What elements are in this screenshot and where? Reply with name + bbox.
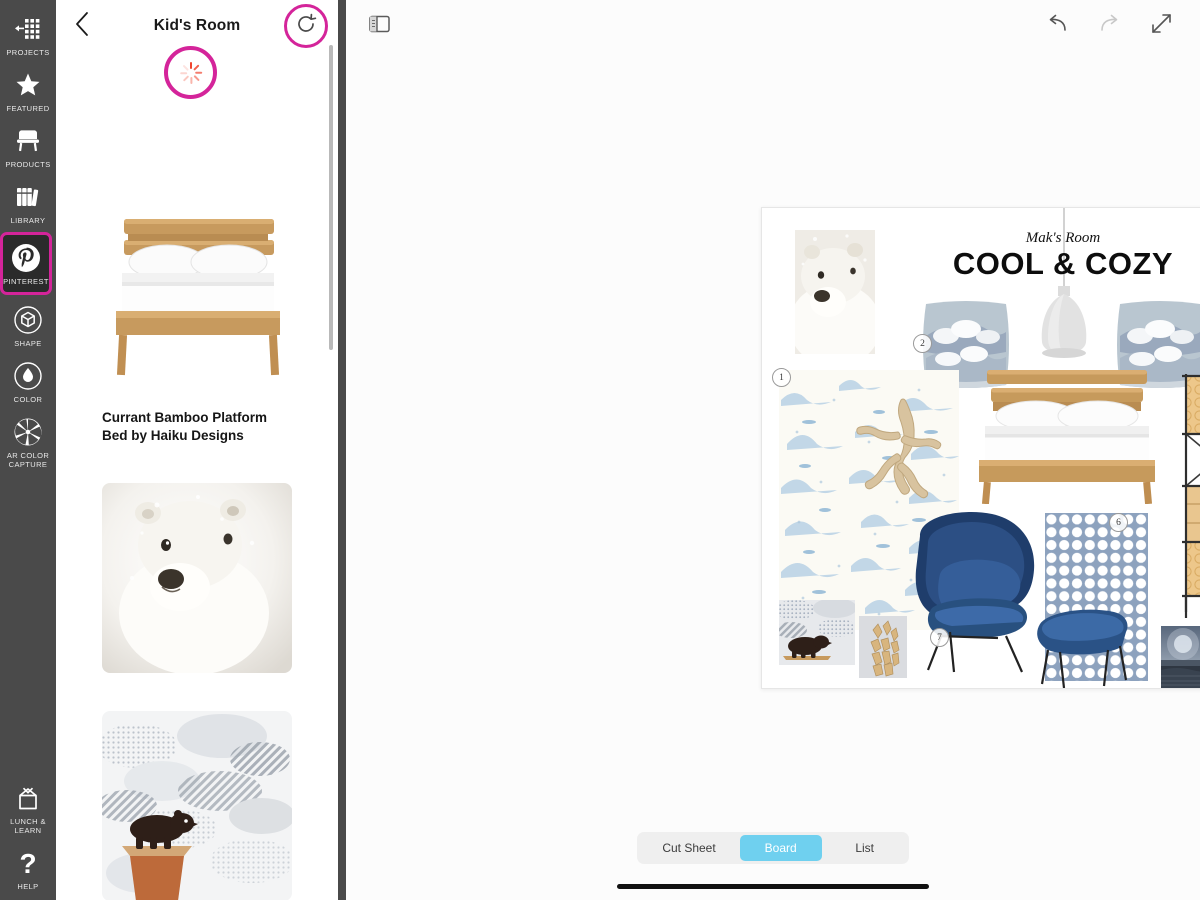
grid-arrow-icon [11,12,45,46]
back-button[interactable] [60,4,104,48]
redo-button[interactable] [1092,9,1126,43]
sidebar-item-ar-color-capture[interactable]: AR COLOR CAPTURE [0,409,56,474]
sidebar-item-label: PROJECTS [6,48,50,57]
segmented-control: Cut Sheet Board List [637,832,909,864]
board-item-bamboo-bed[interactable] [967,364,1167,504]
badge-number: 1 [779,372,784,383]
refresh-icon [295,13,317,40]
panel-scrollbar[interactable] [329,45,333,350]
sidebar-item-label: FEATURED [6,104,50,113]
sidebar-item-label: PRODUCTS [5,160,51,169]
panel-divider [338,0,346,900]
sidebar-item-shape[interactable]: SHAPE [0,297,56,353]
badge-number: 6 [1116,517,1121,528]
sidebar-item-label: HELP [17,882,39,891]
expand-icon [1150,12,1173,40]
aperture-icon [11,415,45,449]
board-item-womb-ottoman[interactable] [1030,600,1134,688]
pin-caption: Currant Bamboo Platform Bed by Haiku Des… [102,410,268,443]
list-item[interactable] [56,711,338,900]
badge-number: 2 [920,338,925,349]
sidebar-item-products[interactable]: PRODUCTS [0,118,56,174]
sidebar-item-help[interactable]: ? HELP [0,840,56,896]
board-item-eames-storage-unit[interactable] [1180,370,1200,622]
chair-icon [11,124,45,158]
home-indicator [617,884,929,889]
board-title-main: COOL & COZY [952,246,1174,281]
pin-image-bamboo-bed[interactable] [102,207,292,397]
list-item[interactable]: Currant Bamboo Platform Bed by Haiku Des… [56,207,338,445]
canvas-actions [1040,9,1178,43]
cube-icon [11,303,45,337]
sidebar-item-label: LUNCH & LEARN [10,817,46,835]
expand-button[interactable] [1144,9,1178,43]
sidebar-item-label: AR COLOR CAPTURE [6,451,50,469]
sidebar-toggle-button[interactable] [362,9,396,43]
badge-number: 7 [937,632,942,643]
rail-bottom-group: LUNCH & LEARN ? HELP [0,775,56,896]
tab-cut-sheet[interactable]: Cut Sheet [640,835,737,861]
board-item-antler-wall-decor[interactable] [854,396,946,508]
books-icon [11,180,45,214]
pin-image-bear-shelf[interactable] [102,711,292,900]
pin-feed[interactable]: Currant Bamboo Platform Bed by Haiku Des… [56,52,338,900]
board-title-script: Mak's Room [1025,230,1101,246]
sidebar-item-label: LIBRARY [10,216,46,225]
sidebar-toggle-icon [368,15,390,38]
refresh-button[interactable] [284,4,328,48]
canvas-area: Aa [346,0,1200,900]
undo-button[interactable] [1040,9,1074,43]
redo-icon [1098,14,1121,39]
sidebar-item-lunch-and-learn[interactable]: LUNCH & LEARN [0,775,56,840]
design-board[interactable]: Mak's Room COOL & COZY 1 2 6 7 [761,207,1200,689]
sidebar-item-library[interactable]: LIBRARY [0,174,56,230]
sidebar-item-projects[interactable]: PROJECTS [0,6,56,62]
board-item-wood-sculpture[interactable] [859,616,907,678]
pin-image-polar-bear[interactable] [102,483,292,673]
rail-top-group: PROJECTS FEATURED PRODUCTS LIBRARY PINTE… [0,0,56,474]
tab-list[interactable]: List [824,835,906,861]
board-item-pendant-lamp[interactable] [1034,276,1094,366]
droplet-icon [11,359,45,393]
board-badge-7[interactable]: 7 [930,628,949,647]
svg-text:?: ? [19,848,36,878]
sidebar-item-featured[interactable]: FEATURED [0,62,56,118]
chevron-left-icon [74,11,90,42]
pinterest-icon [9,241,43,275]
lunch-box-icon [11,781,45,815]
sidebar-item-color[interactable]: COLOR [0,353,56,409]
sidebar-item-pinterest[interactable]: PINTEREST [0,232,52,295]
question-mark-icon: ? [11,846,45,880]
board-item-bear-figurine-shelf[interactable] [779,600,855,665]
tab-board[interactable]: Board [739,835,822,861]
view-mode-tabs: Cut Sheet Board List [346,832,1200,864]
board-item-landscape-photo[interactable] [1161,626,1200,688]
list-item[interactable] [56,483,338,673]
board-badge-1[interactable]: 1 [772,368,791,387]
undo-icon [1046,14,1069,39]
left-nav-rail: PROJECTS FEATURED PRODUCTS LIBRARY PINTE… [0,0,56,900]
pinterest-panel: Kid's Room Currant Bamboo Platform Bed b… [56,0,338,900]
sidebar-item-label: PINTEREST [3,277,49,286]
canvas-toolbar [346,0,1200,52]
sidebar-item-label: COLOR [13,395,43,404]
panel-header: Kid's Room [56,0,338,99]
board-badge-2[interactable]: 2 [913,334,932,353]
star-icon [11,68,45,102]
app-root: PROJECTS FEATURED PRODUCTS LIBRARY PINTE… [0,0,1200,900]
sidebar-item-label: SHAPE [14,339,42,348]
board-badge-6[interactable]: 6 [1109,513,1128,532]
board-canvas: Mak's Room COOL & COZY 1 2 6 7 [762,208,1200,688]
